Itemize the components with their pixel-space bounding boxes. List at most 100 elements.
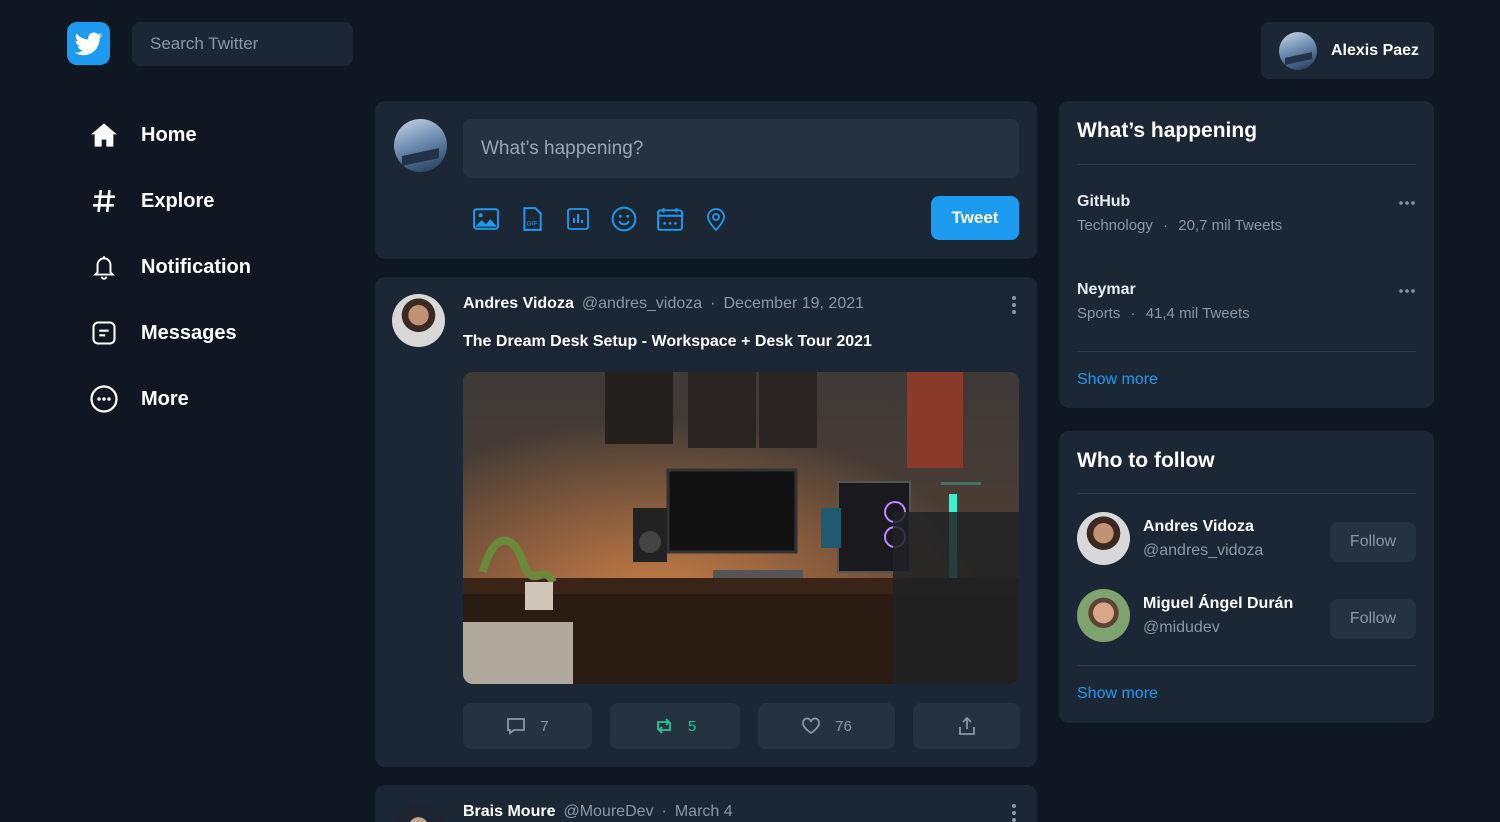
heart-icon bbox=[802, 717, 821, 735]
divider bbox=[1077, 493, 1416, 494]
suggestion-handle: @andres_vidoza bbox=[1143, 542, 1264, 559]
trends-title: What’s happening bbox=[1077, 119, 1258, 142]
trend-item[interactable]: Neymar Sports · 41,4 mil Tweets bbox=[1077, 281, 1416, 322]
share-icon bbox=[958, 716, 975, 735]
tweet-card: Brais Moure @MoureDev · March 4 bbox=[375, 785, 1037, 822]
trend-name: Neymar bbox=[1077, 281, 1136, 298]
avatar bbox=[1077, 512, 1130, 565]
tweet-card: Andres Vidoza @andres_vidoza · December … bbox=[375, 277, 1037, 767]
trend-separator: · bbox=[1130, 305, 1136, 322]
tweet-options-icon[interactable] bbox=[1011, 803, 1017, 822]
trend-meta: Sports · 41,4 mil Tweets bbox=[1077, 305, 1416, 322]
nav-item-explore[interactable]: Explore bbox=[88, 179, 251, 223]
nav-item-label: Notification bbox=[141, 255, 251, 278]
avatar[interactable] bbox=[392, 803, 445, 822]
reply-count: 7 bbox=[540, 717, 549, 735]
trend-name: GitHub bbox=[1077, 193, 1131, 210]
composer-toolbar: GIF bbox=[471, 204, 731, 234]
reply-icon bbox=[507, 718, 526, 735]
more-options-icon[interactable] bbox=[1398, 193, 1416, 211]
location-icon[interactable] bbox=[701, 204, 731, 234]
tweet-text: The Dream Desk Setup - Workspace + Desk … bbox=[463, 333, 872, 350]
nav-item-label: Messages bbox=[141, 321, 237, 344]
bird-icon bbox=[74, 31, 103, 55]
retweet-icon bbox=[656, 718, 671, 734]
schedule-icon[interactable] bbox=[655, 204, 685, 234]
hashtag-icon bbox=[88, 185, 120, 217]
profile-menu[interactable]: Alexis Paez bbox=[1261, 22, 1434, 79]
tweet-author[interactable]: Andres Vidoza bbox=[463, 295, 574, 313]
avatar bbox=[1077, 589, 1130, 642]
tweet-handle[interactable]: @MoureDev bbox=[563, 803, 653, 821]
gif-icon[interactable]: GIF bbox=[517, 204, 547, 234]
follow-button[interactable]: Follow bbox=[1330, 599, 1416, 639]
divider bbox=[1077, 665, 1416, 666]
tweet-header: Brais Moure @MoureDev · March 4 bbox=[463, 803, 733, 821]
tweet-options-icon[interactable] bbox=[1011, 295, 1017, 319]
suggestion-name: Andres Vidoza bbox=[1143, 518, 1254, 535]
trends-panel: What’s happening GitHub Technology · 20,… bbox=[1059, 101, 1434, 408]
search-input[interactable]: Search Twitter bbox=[132, 22, 353, 66]
tweet-date[interactable]: March 4 bbox=[675, 803, 733, 821]
image-icon[interactable] bbox=[471, 204, 501, 234]
nav-item-messages[interactable]: Messages bbox=[88, 311, 251, 355]
tweet-author[interactable]: Brais Moure bbox=[463, 803, 555, 821]
divider bbox=[1077, 164, 1416, 165]
trend-item[interactable]: GitHub Technology · 20,7 mil Tweets bbox=[1077, 193, 1416, 234]
tweet-button[interactable]: Tweet bbox=[931, 196, 1019, 240]
nav-item-more[interactable]: More bbox=[88, 377, 251, 421]
search-placeholder: Search Twitter bbox=[150, 34, 259, 53]
like-button[interactable]: 76 bbox=[758, 703, 895, 749]
bell-icon bbox=[88, 251, 120, 283]
svg-text:GIF: GIF bbox=[527, 221, 538, 228]
share-button[interactable] bbox=[913, 703, 1020, 749]
nav-item-label: Home bbox=[141, 123, 197, 146]
profile-name: Alexis Paez bbox=[1331, 41, 1420, 59]
follow-suggestion[interactable]: Andres Vidoza @andres_vidoza Follow bbox=[1077, 512, 1416, 566]
nav-item-label: Explore bbox=[141, 189, 215, 212]
nav-item-notification[interactable]: Notification bbox=[88, 245, 251, 289]
avatar bbox=[1279, 31, 1317, 70]
more-options-icon[interactable] bbox=[1398, 281, 1416, 299]
tweet-header: Andres Vidoza @andres_vidoza · December … bbox=[463, 295, 864, 313]
compose-input[interactable]: What’s happening? bbox=[463, 119, 1019, 178]
tweet-separator: · bbox=[661, 803, 667, 820]
show-more-link[interactable]: Show more bbox=[1077, 371, 1158, 389]
trend-category: Technology bbox=[1077, 217, 1153, 234]
trend-count: 41,4 mil Tweets bbox=[1145, 305, 1250, 322]
tweet-composer: What’s happening? GIF Tweet bbox=[375, 101, 1037, 259]
who-to-follow-panel: Who to follow Andres Vidoza @andres_vido… bbox=[1059, 431, 1434, 723]
reply-button[interactable]: 7 bbox=[463, 703, 592, 749]
retweet-button[interactable]: 5 bbox=[610, 703, 740, 749]
trend-category: Sports bbox=[1077, 305, 1121, 322]
follow-button[interactable]: Follow bbox=[1330, 522, 1416, 562]
sidebar-nav: Home Explore Notification Messages More bbox=[88, 113, 251, 443]
tweet-separator: · bbox=[710, 295, 716, 312]
trend-count: 20,7 mil Tweets bbox=[1178, 217, 1283, 234]
tweet-media-image[interactable] bbox=[463, 372, 1019, 684]
divider bbox=[1077, 351, 1416, 352]
poll-icon[interactable] bbox=[563, 204, 593, 234]
nav-item-home[interactable]: Home bbox=[88, 113, 251, 157]
twitter-logo[interactable] bbox=[67, 22, 110, 65]
emoji-icon[interactable] bbox=[609, 204, 639, 234]
trend-separator: · bbox=[1163, 217, 1169, 234]
show-more-link[interactable]: Show more bbox=[1077, 685, 1158, 703]
suggestion-handle: @midudev bbox=[1143, 619, 1220, 636]
nav-item-label: More bbox=[141, 387, 189, 410]
more-icon bbox=[88, 383, 120, 415]
tweet-actions: 7 5 76 bbox=[463, 703, 1020, 749]
trend-meta: Technology · 20,7 mil Tweets bbox=[1077, 217, 1416, 234]
tweet-date[interactable]: December 19, 2021 bbox=[723, 295, 864, 313]
avatar bbox=[394, 119, 447, 172]
suggestion-name: Miguel Ángel Durán bbox=[1143, 595, 1294, 612]
message-icon bbox=[88, 317, 120, 349]
retweet-count: 5 bbox=[687, 717, 697, 735]
compose-placeholder: What’s happening? bbox=[481, 137, 644, 159]
follow-suggestion[interactable]: Miguel Ángel Durán @midudev Follow bbox=[1077, 589, 1416, 643]
like-count: 76 bbox=[835, 717, 852, 735]
follow-title: Who to follow bbox=[1077, 449, 1215, 472]
tweet-handle[interactable]: @andres_vidoza bbox=[582, 295, 702, 313]
avatar[interactable] bbox=[392, 294, 445, 347]
home-icon bbox=[88, 119, 120, 151]
